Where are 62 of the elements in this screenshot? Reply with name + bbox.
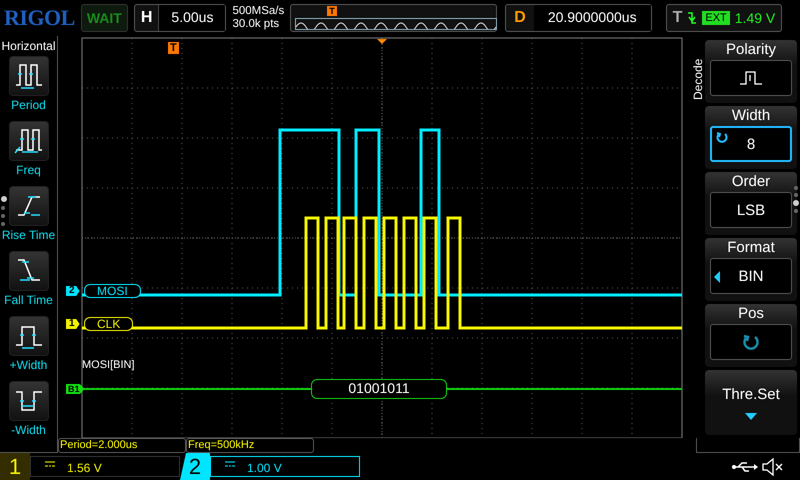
down-arrow-icon	[745, 413, 757, 420]
bus-marker: B1	[66, 384, 85, 394]
dc-coupling-icon	[45, 461, 55, 467]
menu-option[interactable]: Polarity	[705, 40, 797, 103]
trigger-marker: T	[168, 42, 179, 54]
trace-label: CLK	[84, 317, 134, 331]
option-label: Pos	[738, 304, 764, 324]
measure-label: Period	[11, 98, 46, 112]
brand-logo: RIGOL	[4, 5, 75, 31]
channel-marker: 2	[66, 286, 80, 296]
scale-value: 1.00 V	[247, 461, 282, 475]
timebase-display[interactable]: H 5.00us	[134, 4, 226, 32]
measure-label: Freq	[16, 163, 41, 177]
menu-title: Decode	[691, 58, 705, 100]
channel-number: 1	[0, 453, 30, 480]
speaker-muted-icon	[762, 458, 784, 476]
sample-rate: 500MSa/s	[232, 5, 284, 18]
menu-option[interactable]: Format BIN	[705, 238, 797, 301]
measurement-result: Period=2.000us	[58, 438, 186, 453]
measure-label: Rise Time	[2, 228, 56, 242]
option-label: Order	[732, 172, 770, 192]
option-value: 8	[746, 136, 756, 152]
option-label: Polarity	[726, 40, 776, 60]
decode-title: MOSI[BIN]	[82, 359, 135, 371]
trigger-position-marker: T	[327, 6, 337, 16]
option-label: Format	[727, 238, 775, 258]
scale-value: 1.56 V	[67, 461, 102, 475]
channel-marker: 1	[66, 319, 80, 329]
option-label: Width	[732, 106, 770, 126]
option-value: BIN	[738, 268, 764, 284]
measurement-result: Freq=500kHz	[186, 438, 314, 453]
menu-title: Horizontal	[1, 39, 56, 53]
measure-label: +Width	[10, 358, 48, 372]
dc-coupling-icon	[225, 461, 235, 467]
decoded-value: 01001011	[311, 379, 447, 399]
measure-button[interactable]	[8, 121, 48, 161]
trace-label: MOSI	[84, 284, 141, 298]
menu-option[interactable]: Pos	[705, 304, 797, 367]
left-arrow-icon	[714, 271, 720, 283]
menu-option[interactable]: Width 8	[705, 106, 797, 169]
menu-option[interactable]: Order LSB	[705, 172, 797, 235]
measure-button[interactable]	[8, 251, 48, 291]
run-status: WAIT	[80, 4, 128, 32]
memory-depth: 30.0k pts	[232, 18, 280, 31]
usb-icon	[732, 460, 758, 472]
pulse-icon	[739, 70, 763, 86]
knob-icon	[716, 131, 728, 143]
measure-button[interactable]	[8, 56, 48, 96]
menu-option[interactable]: Thre.Set	[705, 370, 797, 435]
trigger-display[interactable]: T EXT 1.49 V	[666, 4, 782, 32]
option-label: Thre.Set	[722, 385, 780, 405]
option-value: LSB	[736, 202, 766, 218]
delay-display[interactable]: D 20.9000000us	[505, 4, 652, 32]
measure-button[interactable]	[8, 381, 48, 421]
knob-icon	[742, 333, 760, 351]
measure-label: -Width	[11, 423, 46, 437]
measure-label: Fall Time	[4, 293, 53, 307]
channel-number: 2	[180, 453, 210, 480]
delay-marker-icon	[377, 39, 387, 44]
falling-edge-icon	[687, 11, 698, 25]
measure-button[interactable]	[8, 186, 48, 226]
measure-button[interactable]	[8, 316, 48, 356]
